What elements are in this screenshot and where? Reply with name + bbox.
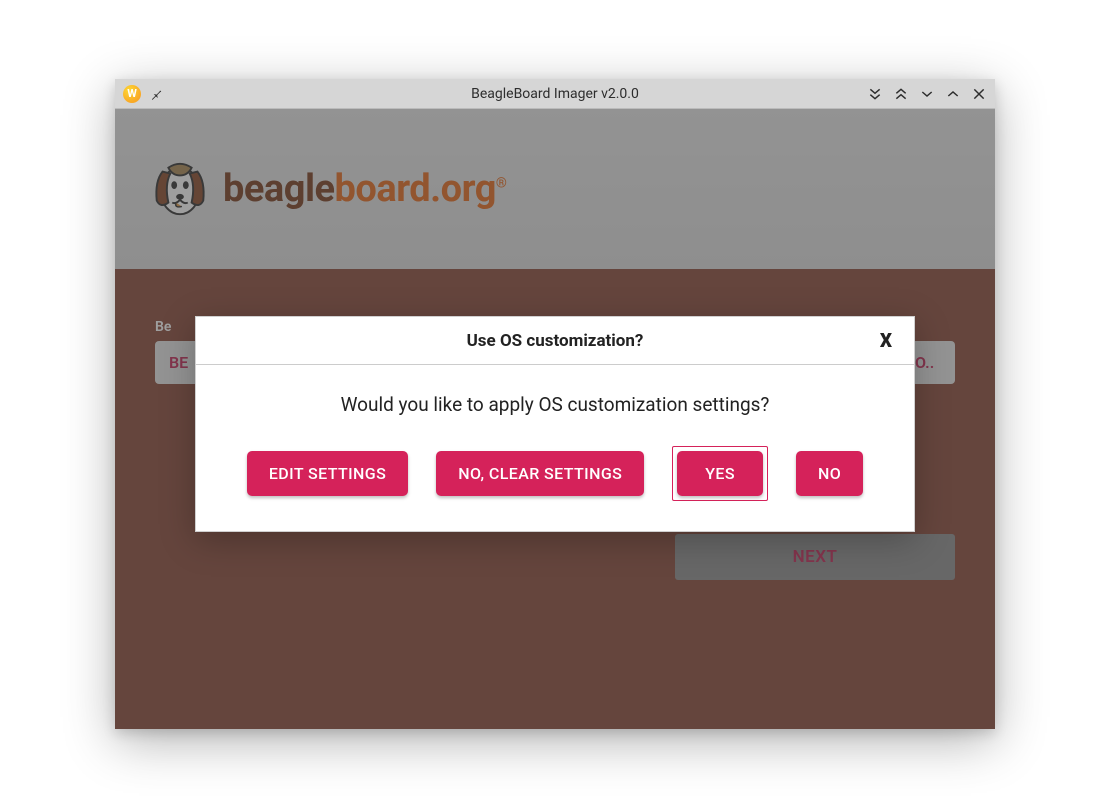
dialog-close-button[interactable]: X <box>880 329 892 352</box>
dialog-button-row: EDIT SETTINGS NO, CLEAR SETTINGS YES NO <box>220 446 890 501</box>
minimize-icon[interactable] <box>919 86 935 102</box>
scroll-down-all-icon[interactable] <box>867 86 883 102</box>
maximize-icon[interactable] <box>945 86 961 102</box>
yes-button[interactable]: YES <box>677 451 763 496</box>
dialog-body: Would you like to apply OS customization… <box>196 365 914 531</box>
titlebar-left: W <box>123 85 163 103</box>
yes-button-highlight: YES <box>672 446 768 501</box>
scroll-up-all-icon[interactable] <box>893 86 909 102</box>
pin-icon[interactable] <box>149 87 163 101</box>
no-clear-settings-button[interactable]: NO, CLEAR SETTINGS <box>436 451 644 496</box>
close-icon[interactable] <box>971 86 987 102</box>
dialog-header: Use OS customization? X <box>196 317 914 365</box>
os-customization-dialog: Use OS customization? X Would you like t… <box>195 316 915 532</box>
dialog-question: Would you like to apply OS customization… <box>220 393 890 416</box>
titlebar-controls <box>867 86 987 102</box>
app-window: W BeagleBoard Imager v2.0.0 <box>115 79 995 729</box>
window-title: BeagleBoard Imager v2.0.0 <box>115 86 995 102</box>
dialog-title: Use OS customization? <box>467 331 644 351</box>
app-icon: W <box>123 85 141 103</box>
edit-settings-button[interactable]: EDIT SETTINGS <box>247 451 408 496</box>
titlebar: W BeagleBoard Imager v2.0.0 <box>115 79 995 109</box>
no-button[interactable]: NO <box>796 451 863 496</box>
